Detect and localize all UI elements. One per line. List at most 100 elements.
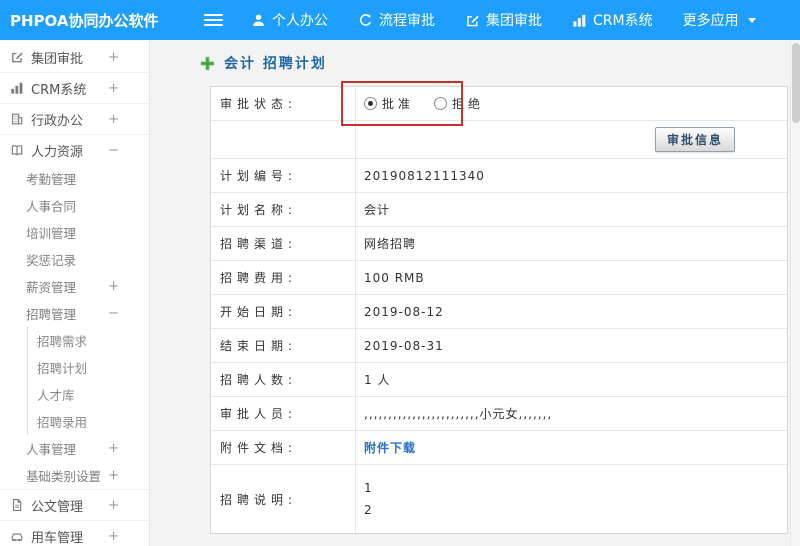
radio-approve[interactable]: [364, 97, 377, 110]
radio-reject-label[interactable]: 拒绝: [452, 95, 484, 112]
sidebar-item-talent-pool[interactable]: 人才库: [28, 381, 149, 408]
approval-info-button[interactable]: 审批信息: [654, 127, 735, 152]
collapse-toggle[interactable]: −: [108, 306, 119, 321]
attachment-download-link[interactable]: 附件下载: [364, 439, 416, 456]
sidebar-item-label: 人事合同: [26, 199, 77, 214]
expand-toggle[interactable]: +: [108, 468, 119, 483]
sidebar-item-label: 招聘录用: [37, 415, 88, 430]
person-icon: [253, 14, 264, 26]
field-label: 审批人员:: [211, 397, 356, 430]
page-title: 会计 招聘计划: [200, 53, 327, 73]
sidebar-item-group-approval[interactable]: 集团审批 +: [0, 42, 149, 72]
edit-icon: [10, 50, 24, 64]
field-label: 招聘说明:: [211, 465, 356, 533]
field-label: 审批状态:: [211, 87, 356, 120]
field-label: 开始日期:: [211, 295, 356, 328]
row-end-date: 结束日期: 2019-08-31: [211, 329, 787, 363]
sidebar-item-label: 招聘计划: [37, 361, 88, 376]
row-recruit-cost: 招聘费用: 100 RMB: [211, 261, 787, 295]
sidebar-item-hr-contract[interactable]: 人事合同: [0, 192, 149, 219]
field-value: 附件下载: [356, 431, 787, 464]
sidebar-item-label: 招聘管理: [26, 307, 77, 322]
sidebar-item-recruitment[interactable]: 招聘管理 −: [0, 300, 149, 327]
radio-approve-label[interactable]: 批准: [382, 95, 414, 112]
caret-down-icon: [747, 17, 756, 23]
row-recruit-count: 招聘人数: 1 人: [211, 363, 787, 397]
sidebar-item-label: 招聘需求: [37, 334, 88, 349]
collapse-toggle[interactable]: −: [108, 143, 119, 158]
radio-reject[interactable]: [434, 97, 448, 110]
sidebar-item-label: 培训管理: [26, 226, 77, 241]
sidebar-item-attendance[interactable]: 考勤管理: [0, 165, 149, 192]
sidebar-item-recruit-demand[interactable]: 招聘需求: [28, 327, 149, 354]
sidebar-item-recruit-plan[interactable]: 招聘计划: [28, 354, 149, 381]
sidebar-item-personnel[interactable]: 人事管理 +: [0, 435, 149, 462]
nav-workflow-approval[interactable]: 流程审批: [358, 10, 435, 30]
field-value: 网络招聘: [364, 237, 417, 251]
sidebar-item-label: 考勤管理: [26, 172, 77, 187]
nav-group-approval[interactable]: 集团审批: [465, 10, 542, 30]
field-value: 1 2: [356, 465, 787, 533]
sidebar-item-training[interactable]: 培训管理: [0, 219, 149, 246]
hamburger-icon[interactable]: [204, 14, 223, 26]
field-label: 招聘费用:: [211, 261, 356, 294]
sidebar-item-crm[interactable]: CRM系统 +: [0, 73, 149, 103]
field-value: 2019-08-12: [364, 304, 444, 319]
topbar: PHPOA协同办公软件 个人办公 流程审批 集团审批 CRM系统 更多应用: [0, 0, 800, 40]
description-line: 1: [364, 481, 373, 495]
hr-book-icon: [10, 143, 24, 157]
sidebar-item-admin-office[interactable]: 行政办公 +: [0, 104, 149, 134]
nav-personal-office[interactable]: 个人办公: [251, 10, 328, 30]
field-label: 计划编号:: [211, 159, 356, 192]
row-attachment: 附件文档: 附件下载: [211, 431, 787, 465]
row-approvers: 审批人员: ,,,,,,,,,,,,,,,,,,,,,,,,小元女,,,,,,,: [211, 397, 787, 431]
sidebar-item-vehicle[interactable]: 用车管理 +: [0, 521, 149, 546]
expand-toggle[interactable]: +: [108, 498, 119, 513]
field-value: 2019-08-31: [364, 338, 444, 353]
app-brand: PHPOA协同办公软件: [10, 11, 159, 30]
nav-label: 集团审批: [486, 13, 542, 29]
sidebar-item-recruit-hire[interactable]: 招聘录用: [28, 408, 149, 435]
nav-crm[interactable]: CRM系统: [572, 10, 653, 30]
page-title-text: 会计 招聘计划: [224, 56, 327, 72]
expand-toggle[interactable]: +: [108, 529, 119, 544]
sidebar-item-label: 奖惩记录: [26, 253, 77, 268]
sidebar-item-base-category[interactable]: 基础类别设置 +: [0, 462, 149, 489]
field-value: 审批信息: [356, 121, 787, 158]
field-value: 100 RMB: [364, 270, 425, 285]
sidebar-item-hr[interactable]: 人力资源 −: [0, 135, 149, 165]
sidebar-item-label: 用车管理: [31, 530, 84, 546]
field-value: 批准 拒绝: [356, 87, 787, 120]
office-icon: [10, 112, 24, 126]
expand-toggle[interactable]: +: [108, 441, 119, 456]
sidebar-item-label: 薪资管理: [26, 280, 77, 295]
detail-table: 审批状态: 批准 拒绝 审批信息 计划编号: 20190812111340 计划…: [210, 86, 788, 534]
nav-label: CRM系统: [593, 13, 653, 29]
car-icon: [10, 529, 24, 543]
expand-toggle[interactable]: +: [108, 279, 119, 294]
row-start-date: 开始日期: 2019-08-12: [211, 295, 787, 329]
scrollbar-thumb[interactable]: [792, 43, 800, 123]
field-value: 1 人: [364, 373, 391, 387]
description-line: 2: [364, 503, 373, 517]
field-label: 结束日期:: [211, 329, 356, 362]
sidebar-item-label: 人事管理: [26, 442, 77, 457]
expand-toggle[interactable]: +: [108, 50, 119, 65]
expand-toggle[interactable]: +: [108, 112, 119, 127]
row-approval-action: 审批信息: [211, 121, 787, 159]
sidebar-item-salary[interactable]: 薪资管理 +: [0, 273, 149, 300]
expand-toggle[interactable]: +: [108, 81, 119, 96]
nav-more-apps[interactable]: 更多应用: [683, 10, 756, 30]
nav-label: 个人办公: [272, 13, 328, 29]
sidebar-item-rewards[interactable]: 奖惩记录: [0, 246, 149, 273]
sidebar-item-label: 基础类别设置: [26, 469, 102, 484]
flow-icon: [359, 13, 372, 26]
sidebar-item-label: 公文管理: [31, 499, 84, 515]
field-label: 招聘渠道:: [211, 227, 356, 260]
chart-icon: [573, 14, 586, 27]
nav-label: 更多应用: [682, 13, 739, 29]
sidebar-item-document[interactable]: 公文管理 +: [0, 490, 149, 520]
field-label: 计划名称:: [211, 193, 356, 226]
vertical-scrollbar[interactable]: [790, 40, 800, 546]
sidebar: 集团审批 + CRM系统 + 行政办公 + 人力资源 − 考勤管理 人事合同 培…: [0, 40, 150, 546]
